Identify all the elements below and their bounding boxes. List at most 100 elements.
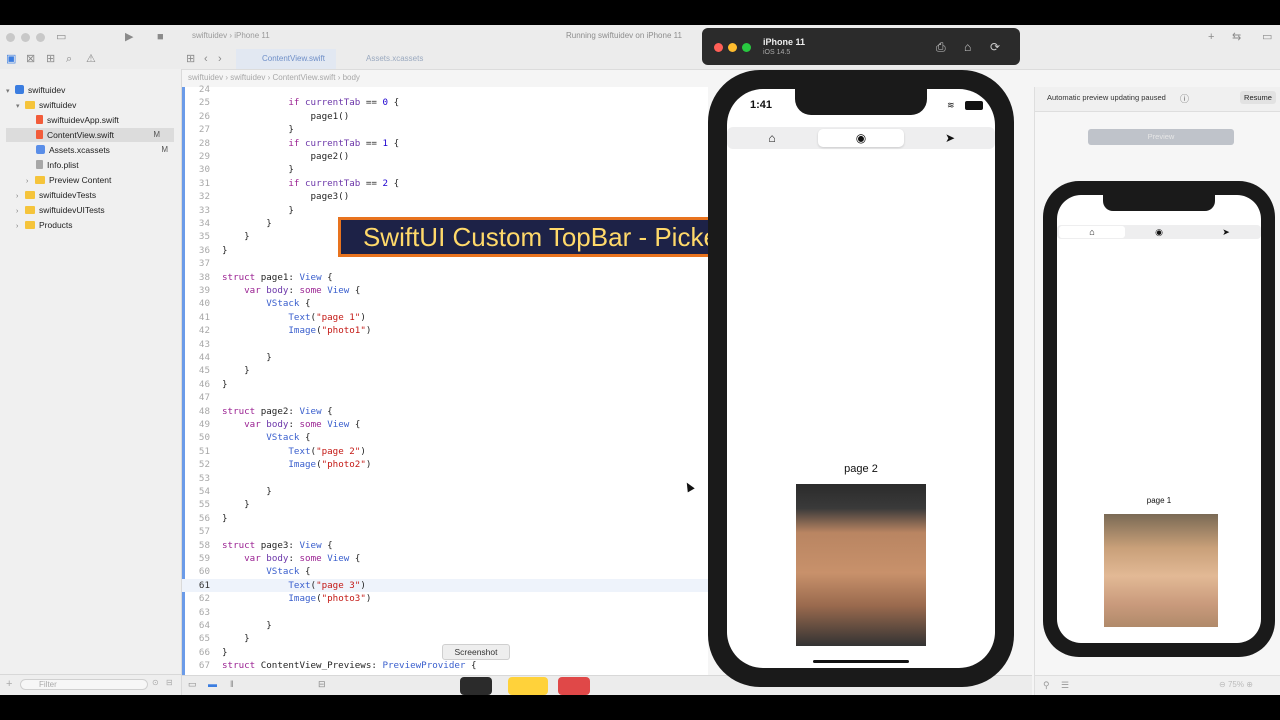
code-line[interactable]: 44 } <box>182 351 708 364</box>
inspector-toggle-icon[interactable]: ▭ <box>1262 30 1272 44</box>
breadcrumb-file[interactable]: ContentView.swift <box>272 73 335 82</box>
nav-item-project[interactable]: ▾ swiftuidev <box>6 83 176 97</box>
pin-icon[interactable]: ⚲ <box>1043 680 1050 691</box>
close-window-button[interactable] <box>6 33 15 42</box>
notes-app-icon[interactable] <box>508 677 548 695</box>
info-icon[interactable]: ⓘ <box>1180 92 1189 105</box>
sim-close-button[interactable] <box>714 43 723 52</box>
pause-icon[interactable]: ‖ <box>230 679 234 689</box>
code-line[interactable]: 64 } <box>182 619 708 632</box>
stop-button[interactable]: ■ <box>157 30 164 44</box>
screenshot-icon[interactable]: ⎙ <box>936 40 946 55</box>
code-line[interactable]: 55 } <box>182 498 708 511</box>
code-line[interactable]: 25 if currentTab == 0 { <box>182 96 708 109</box>
zoom-window-button[interactable] <box>36 33 45 42</box>
nav-item-tests[interactable]: › swiftuidevTests <box>16 188 176 202</box>
source-editor[interactable]: 24 25 if currentTab == 0 {26 page1() 27 } 2… <box>182 84 708 675</box>
resume-button[interactable]: Resume <box>1240 91 1276 104</box>
run-button[interactable]: ▶ <box>125 30 133 44</box>
code-line[interactable]: 51 Text("page 2") <box>182 445 708 458</box>
code-line[interactable]: 67 struct ContentView_Previews: PreviewPr… <box>182 659 708 672</box>
code-line[interactable]: 50 VStack { <box>182 431 708 444</box>
symbol-navigator-icon[interactable]: ⊞ <box>46 52 55 66</box>
code-line[interactable]: 29 page2() <box>182 150 708 163</box>
rotate-icon[interactable]: ⟳ <box>990 40 1000 54</box>
code-line[interactable]: 37 <box>182 257 708 270</box>
issue-navigator-icon[interactable]: ⚠ <box>86 52 96 66</box>
project-navigator-icon[interactable]: ▣ <box>6 52 16 66</box>
nav-item-preview-content[interactable]: › Preview Content <box>26 173 176 187</box>
code-line[interactable]: 54 } <box>182 485 708 498</box>
preview-segmented-picker[interactable]: ⌂ ◉ ➤ <box>1057 225 1261 239</box>
breadcrumb-symbol[interactable]: body <box>343 73 360 82</box>
code-line[interactable]: 63 <box>182 606 708 619</box>
preview-settings-icon[interactable]: ☰ <box>1061 680 1069 691</box>
code-line[interactable]: 30 } <box>182 163 708 176</box>
code-line[interactable]: 58 struct page3: View { <box>182 539 708 552</box>
find-navigator-icon[interactable]: ⌕ <box>66 52 72 66</box>
nav-item-assets[interactable]: Assets.xcassets M <box>36 143 176 157</box>
zoom-in-icon[interactable]: ⊕ <box>1246 680 1253 689</box>
code-line[interactable]: 38 struct page1: View { <box>182 271 708 284</box>
code-line[interactable]: 61 Text("page 3") <box>182 578 708 593</box>
code-line[interactable]: 43 <box>182 338 708 351</box>
code-line[interactable]: 48 struct page2: View { <box>182 405 708 418</box>
code-line[interactable]: 46} <box>182 378 708 391</box>
nav-item-contentview[interactable]: ContentView.swift M <box>6 128 174 142</box>
related-items-icon[interactable]: ⊞ <box>186 52 195 66</box>
code-line[interactable]: 52 Image("photo2") <box>182 458 708 471</box>
code-line[interactable]: 60 VStack { <box>182 565 708 578</box>
code-line[interactable]: 24 <box>182 83 708 96</box>
code-line[interactable]: 47 <box>182 391 708 404</box>
nav-item-uitests[interactable]: › swiftuidevUITests <box>16 203 176 217</box>
forward-icon[interactable]: › <box>218 52 222 66</box>
app-icon[interactable] <box>558 677 590 695</box>
code-line[interactable]: 56} <box>182 512 708 525</box>
home-icon[interactable]: ⌂ <box>964 40 971 54</box>
scheme-selector[interactable]: swiftuidev › iPhone 11 <box>192 31 270 40</box>
preview-segment-home[interactable]: ⌂ <box>1059 226 1125 238</box>
back-icon[interactable]: ‹ <box>204 52 208 66</box>
code-line[interactable]: 57 <box>182 525 708 538</box>
view-hierarchy-icon[interactable]: ⊟ <box>318 679 326 690</box>
segment-profile[interactable]: ◉ <box>818 129 904 147</box>
sidebar-toggle-icon[interactable]: ▭ <box>56 30 66 44</box>
nav-item-products[interactable]: › Products <box>16 218 176 232</box>
add-file-icon[interactable]: + <box>6 678 12 690</box>
code-line[interactable]: 62 Image("photo3") <box>182 592 708 605</box>
preview-segment-profile[interactable]: ◉ <box>1126 226 1192 238</box>
sim-zoom-button[interactable] <box>742 43 751 52</box>
minimize-window-button[interactable] <box>21 33 30 42</box>
code-line[interactable]: 39 var body: some View { <box>182 284 708 297</box>
breadcrumb-project[interactable]: swiftuidev <box>188 73 223 82</box>
code-line[interactable]: 32 page3() <box>182 190 708 203</box>
filter-options-icon[interactable]: ⊟ <box>166 678 173 687</box>
recent-files-icon[interactable]: ⊙ <box>152 678 159 687</box>
device-selector[interactable]: iPhone 11 <box>234 31 269 40</box>
code-line[interactable]: 42 Image("photo1") <box>182 324 708 337</box>
nav-item-app-file[interactable]: swiftuidevApp.swift <box>36 113 176 127</box>
code-line[interactable]: 53 <box>182 472 708 485</box>
add-icon[interactable]: + <box>1208 30 1214 44</box>
preview-button[interactable]: Preview <box>1088 129 1234 145</box>
preview-screen[interactable]: ⌂ ◉ ➤ page 1 <box>1057 195 1261 643</box>
code-line[interactable]: 28 if currentTab == 1 { <box>182 137 708 150</box>
code-line[interactable]: 49 var body: some View { <box>182 418 708 431</box>
code-line[interactable]: 33 } <box>182 204 708 217</box>
code-line[interactable]: 31 if currentTab == 2 { <box>182 177 708 190</box>
segment-location[interactable]: ➤ <box>907 129 993 147</box>
code-line[interactable]: 26 page1() <box>182 110 708 123</box>
simulator-screen[interactable]: 1:41 ≋ ⌂ ◉ ➤ page 2 <box>727 89 995 668</box>
nav-item-infoplist[interactable]: Info.plist <box>36 158 176 172</box>
code-line[interactable]: 40 VStack { <box>182 297 708 310</box>
code-line[interactable]: 41 Text("page 1") <box>182 311 708 324</box>
sim-minimize-button[interactable] <box>728 43 737 52</box>
filter-input[interactable]: Filter <box>20 679 148 690</box>
debug-area-toggle-icon[interactable]: ▭ <box>188 679 197 690</box>
nav-item-group[interactable]: ▾ swiftuidev <box>16 98 176 112</box>
segmented-picker[interactable]: ⌂ ◉ ➤ <box>727 127 995 149</box>
zoom-level[interactable]: ⊖ 75% ⊕ <box>1219 680 1253 689</box>
screenshot-tool-icon[interactable] <box>460 677 492 695</box>
source-control-icon[interactable]: ⊠ <box>26 52 35 66</box>
code-review-icon[interactable]: ⇆ <box>1232 30 1241 44</box>
